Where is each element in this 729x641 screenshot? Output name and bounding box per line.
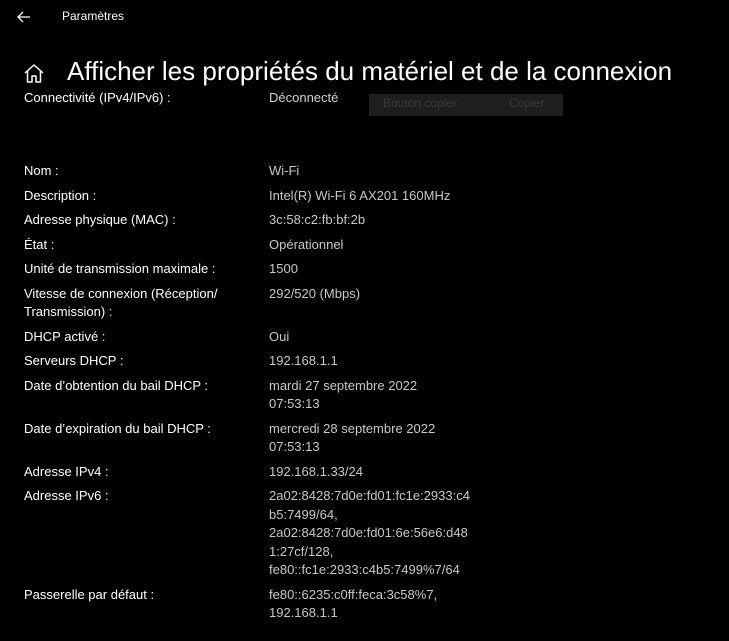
property-row: État : Opérationnel <box>24 236 714 255</box>
property-row: Unité de transmission maximale : 1500 <box>24 260 714 279</box>
property-value[interactable]: 1500 <box>269 260 489 279</box>
property-label: Serveurs DHCP : <box>24 353 124 368</box>
property-value[interactable]: 292/520 (Mbps) <box>269 285 489 322</box>
back-arrow-icon <box>17 11 30 23</box>
properties-list: Nom : Wi-Fi Description : Intel(R) Wi-Fi 6 … <box>24 162 714 629</box>
property-value[interactable]: Oui <box>269 328 489 347</box>
home-icon[interactable] <box>22 62 46 86</box>
property-label: Date d’expiration du bail DHCP : <box>24 420 211 436</box>
page-title: Afficher les propriétés du matériel et d… <box>67 56 673 86</box>
title-bar: Paramètres <box>0 0 729 34</box>
copy-button-group[interactable]: Bouton copier Copier <box>369 94 563 116</box>
content-scroll-area[interactable]: Connectivité (IPv4/IPv6) : Déconnecté Bo… <box>0 82 729 641</box>
property-label: Unité de transmission maximale : <box>24 261 216 276</box>
property-value[interactable]: 192.168.1.1 <box>269 352 489 371</box>
property-row: DHCP activé : Oui <box>24 328 714 347</box>
app-title: Paramètres <box>62 9 125 23</box>
property-label: Passerelle par défaut : <box>24 586 155 602</box>
property-value[interactable]: Wi-Fi <box>269 162 489 181</box>
back-button[interactable] <box>10 6 38 28</box>
copy-button-ghost-label-2[interactable]: Copier <box>509 96 544 110</box>
property-value[interactable]: 2a02:8428:7d0e:fd01:fc1e:2933:c4 b5:7499… <box>269 487 489 580</box>
connectivity-label: Connectivité (IPv4/IPv6) : <box>24 90 171 105</box>
settings-window: Paramètres Connectivité (IPv4/IPv6) : Dé… <box>0 0 729 641</box>
property-value[interactable]: 3c:58:c2:fb:bf:2b <box>269 211 489 230</box>
property-row: Serveurs DHCP : 192.168.1.1 <box>24 352 714 371</box>
property-label: État : <box>24 236 55 252</box>
property-label: Adresse physique (MAC) : <box>24 212 176 227</box>
property-value[interactable]: Intel(R) Wi-Fi 6 AX201 160MHz <box>269 187 489 206</box>
property-label: Nom : <box>24 163 59 178</box>
property-value[interactable]: mercredi 28 septembre 2022 07:53:13 <box>269 420 489 457</box>
page-header: Afficher les propriétés du matériel et d… <box>0 52 729 92</box>
connectivity-row: Connectivité (IPv4/IPv6) : Déconnecté Bo… <box>24 90 724 116</box>
property-label: DHCP activé : <box>24 328 106 344</box>
property-row: Vitesse de connexion (Réception/ Transmi… <box>24 285 714 322</box>
property-label: Vitesse de connexion (Réception/ Transmi… <box>24 285 218 320</box>
property-value[interactable]: Opérationnel <box>269 236 489 255</box>
property-row: Nom : Wi-Fi <box>24 162 714 181</box>
copy-button-ghost-label[interactable]: Bouton copier <box>383 96 457 110</box>
property-value[interactable]: fe80::6235:c0ff:feca:3c58%7, 192.168.1.1 <box>269 586 489 623</box>
connectivity-value: Déconnecté <box>269 90 339 105</box>
property-label: Date d’obtention du bail DHCP : <box>24 377 209 393</box>
property-value[interactable]: mardi 27 septembre 2022 07:53:13 <box>269 377 489 414</box>
property-row: Date d’obtention du bail DHCP : mardi 27 … <box>24 377 714 414</box>
property-row: Date d’expiration du bail DHCP : mercredi… <box>24 420 714 457</box>
property-row: Adresse IPv4 : 192.168.1.33/24 <box>24 463 714 482</box>
property-row: Description : Intel(R) Wi-Fi 6 AX201 160M… <box>24 187 714 206</box>
property-row: Adresse physique (MAC) : 3c:58:c2:fb:bf:2… <box>24 211 714 230</box>
property-label: Description : <box>24 187 97 203</box>
property-label: Adresse IPv6 : <box>24 488 109 503</box>
property-label: Adresse IPv4 : <box>24 463 109 479</box>
property-row: Passerelle par défaut : fe80::6235:c0ff:f… <box>24 586 714 623</box>
property-row: Adresse IPv6 : 2a02:8428:7d0e:fd01:fc1e:2… <box>24 487 714 580</box>
property-value[interactable]: 192.168.1.33/24 <box>269 463 489 482</box>
